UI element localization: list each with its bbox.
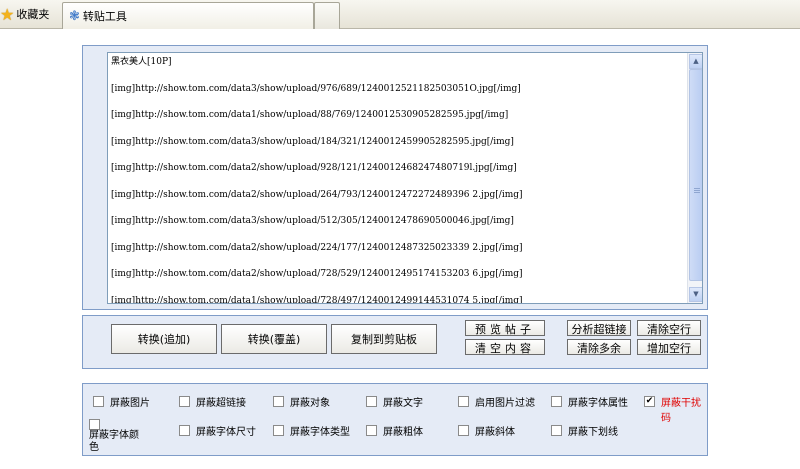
- scrollbar-thumb[interactable]: [689, 69, 702, 281]
- option-block-italic[interactable]: 屏蔽斜体: [458, 423, 515, 438]
- favorites-label: 收藏夹: [16, 8, 50, 21]
- text-line: [img]http://show.tom.com/data3/show/uplo…: [111, 136, 514, 147]
- checkbox[interactable]: [366, 396, 377, 407]
- checkbox[interactable]: [458, 425, 469, 436]
- option-block-text[interactable]: 屏蔽文字: [366, 394, 423, 409]
- option-block-images[interactable]: 屏蔽图片: [93, 394, 150, 409]
- analyze-links-button[interactable]: 分析超链接: [567, 320, 631, 336]
- vertical-scrollbar[interactable]: ▲ ▼: [687, 53, 702, 303]
- copy-to-clipboard-button[interactable]: 复制到剪贴板: [331, 324, 437, 354]
- convert-append-button[interactable]: 转换(追加): [111, 324, 217, 354]
- tab-bar: ★ 收藏夹 ❃ 转贴工具: [0, 0, 800, 29]
- favorites-button[interactable]: ★ 收藏夹: [0, 4, 49, 24]
- checkbox[interactable]: [366, 425, 377, 436]
- scroll-down-arrow-icon[interactable]: ▼: [689, 287, 702, 302]
- checkbox[interactable]: [458, 396, 469, 407]
- checkbox[interactable]: [551, 425, 562, 436]
- option-block-objects[interactable]: 屏蔽对象: [273, 394, 330, 409]
- checkbox[interactable]: [273, 396, 284, 407]
- option-block-font-attributes[interactable]: 屏蔽字体属性: [551, 394, 628, 409]
- actions-panel: 转换(追加) 转换(覆盖) 复制到剪贴板 预览帖子 清空内容 分析超链接 清除多…: [82, 315, 708, 369]
- option-block-font-color[interactable]: 屏蔽字体颜色: [89, 417, 155, 454]
- option-block-font-size[interactable]: 屏蔽字体尺寸: [179, 423, 256, 438]
- clear-content-button[interactable]: 清空内容: [465, 339, 545, 355]
- remove-extra-button[interactable]: 清除多余: [567, 339, 631, 355]
- checkbox[interactable]: [93, 396, 104, 407]
- scroll-up-arrow-icon[interactable]: ▲: [689, 54, 702, 69]
- text-line: [img]http://show.tom.com/data1/show/uplo…: [111, 110, 509, 120]
- text-line: [img]http://show.tom.com/data2/show/uplo…: [111, 189, 523, 200]
- text-line: [img]http://show.tom.com/data2/show/uplo…: [111, 269, 523, 279]
- filter-options-panel: 屏蔽图片 屏蔽超链接 屏蔽对象 屏蔽文字 启用图片过滤 屏蔽字体属性 屏蔽干扰码…: [82, 383, 708, 456]
- text-line: [img]http://show.tom.com/data2/show/uplo…: [111, 242, 523, 253]
- convert-overwrite-button[interactable]: 转换(覆盖): [221, 324, 327, 354]
- option-block-bold[interactable]: 屏蔽粗体: [366, 423, 423, 438]
- text-line: [img]http://show.tom.com/data1/show/uplo…: [111, 295, 523, 304]
- add-blank-lines-button[interactable]: 增加空行: [637, 339, 701, 355]
- star-icon: ★: [0, 4, 15, 24]
- option-block-noise-code[interactable]: 屏蔽干扰码: [644, 394, 707, 424]
- grip-icon: [694, 188, 700, 189]
- checkbox[interactable]: [179, 396, 190, 407]
- preview-post-button[interactable]: 预览帖子: [465, 320, 545, 336]
- remove-blank-lines-button[interactable]: 清除空行: [637, 320, 701, 336]
- text-line: 黑衣美人[10P]: [111, 57, 172, 67]
- text-line: [img]http://show.tom.com/data2/show/uplo…: [111, 163, 517, 173]
- option-block-font-type[interactable]: 屏蔽字体类型: [273, 423, 350, 438]
- checkbox-checked[interactable]: [644, 396, 655, 407]
- option-block-underline[interactable]: 屏蔽下划线: [551, 423, 618, 438]
- editor-panel: 黑衣美人[10P] [img]http://show.tom.com/data3…: [82, 45, 708, 310]
- content-textarea[interactable]: 黑衣美人[10P] [img]http://show.tom.com/data3…: [107, 52, 703, 304]
- tab-label: 转贴工具: [82, 10, 127, 23]
- page-icon: ❃: [69, 8, 80, 24]
- checkbox[interactable]: [89, 419, 100, 430]
- tab-repost-tool[interactable]: ❃ 转贴工具: [62, 2, 314, 29]
- option-enable-image-filter[interactable]: 启用图片过滤: [458, 394, 535, 409]
- text-line: [img]http://show.tom.com/data3/show/uplo…: [111, 83, 521, 94]
- checkbox[interactable]: [179, 425, 190, 436]
- new-tab-button[interactable]: [314, 2, 340, 29]
- textarea-lines: 黑衣美人[10P] [img]http://show.tom.com/data3…: [111, 56, 686, 304]
- text-line: [img]http://show.tom.com/data3/show/uplo…: [111, 216, 514, 226]
- checkbox[interactable]: [273, 425, 284, 436]
- checkbox[interactable]: [551, 396, 562, 407]
- option-block-links[interactable]: 屏蔽超链接: [179, 394, 246, 409]
